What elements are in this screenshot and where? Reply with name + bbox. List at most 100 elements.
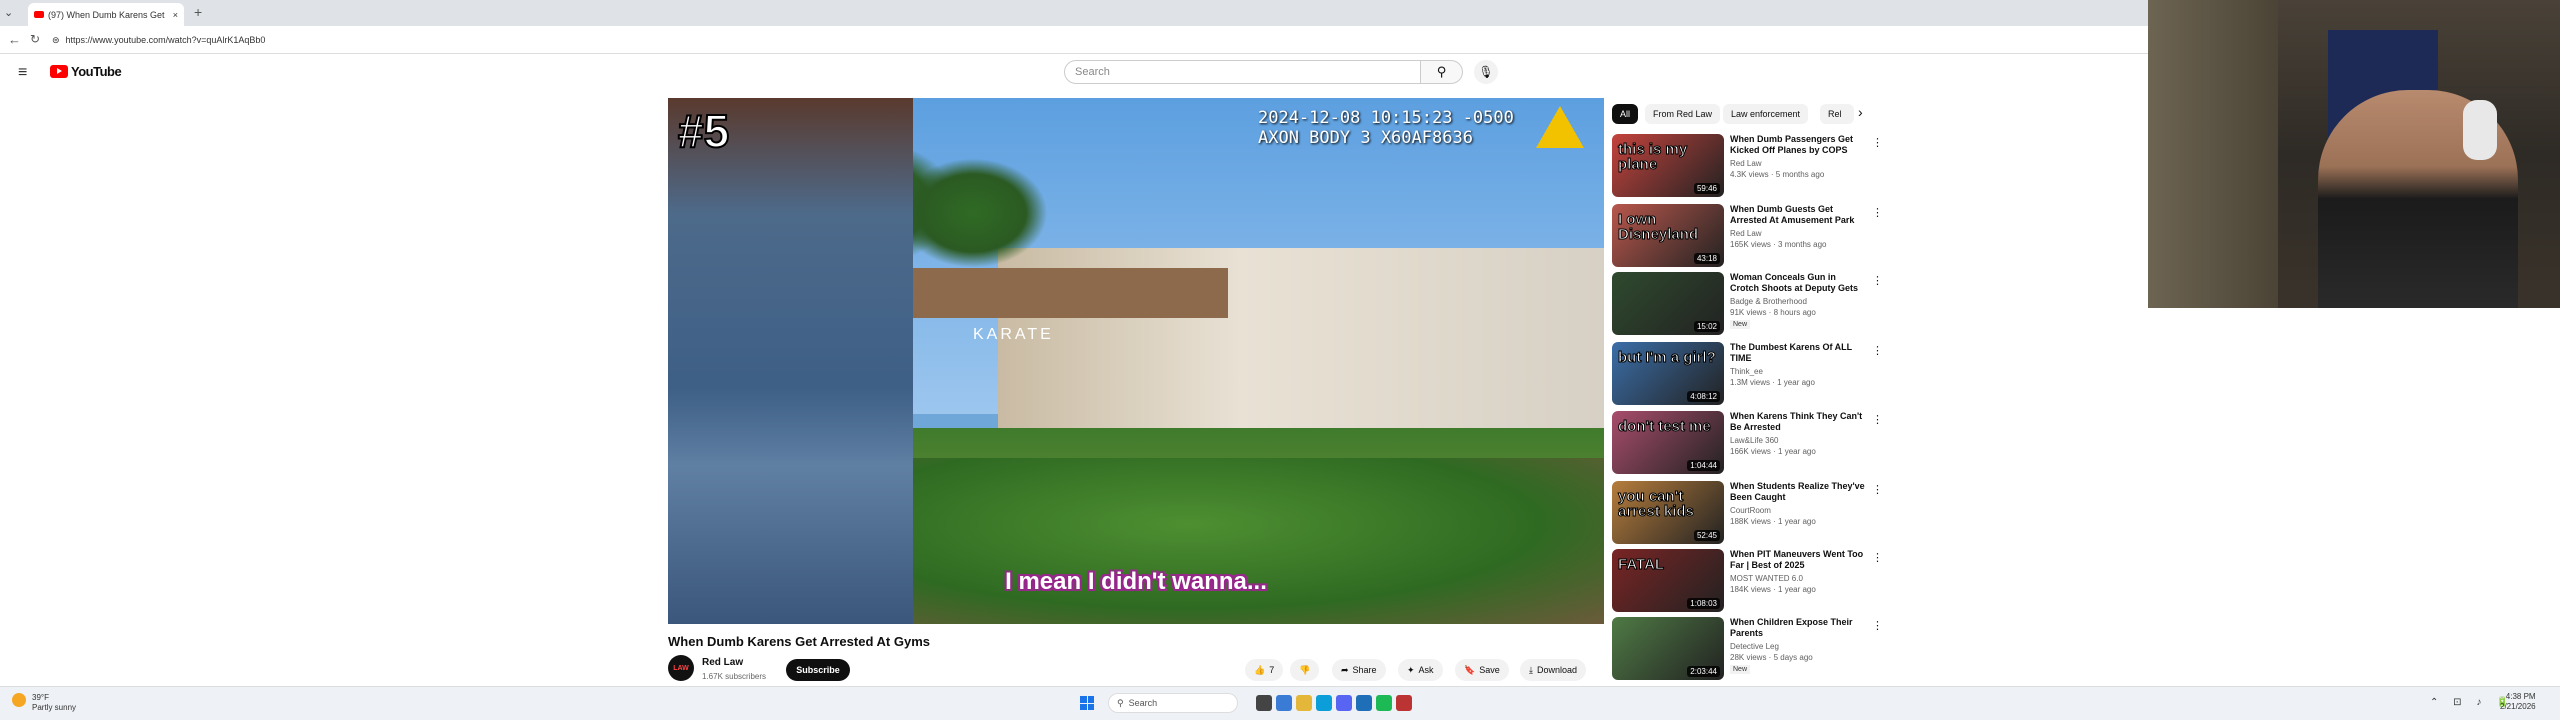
recommendation-thumbnail[interactable]: FATAL 1:08:03 — [1612, 549, 1724, 612]
subscribe-button[interactable]: Subscribe — [786, 659, 850, 681]
recommendation-channel[interactable]: MOST WANTED 6.0 — [1730, 574, 1803, 583]
recommendation-meta: 165K views · 3 months ago — [1730, 240, 1827, 249]
channel-avatar[interactable]: LAW — [668, 655, 694, 681]
more-options-icon[interactable]: ⋮ — [1872, 551, 1883, 564]
recommendation-item[interactable]: I own Disneyland 43:18 When Dumb Guests Ge… — [1612, 204, 1883, 268]
save-label: Save — [1479, 665, 1500, 675]
browser-tab-youtube[interactable]: (97) When Dumb Karens Get × — [28, 3, 184, 26]
more-options-icon[interactable]: ⋮ — [1872, 206, 1883, 219]
download-button[interactable]: ⤓ Download — [1520, 659, 1587, 681]
video-player[interactable]: KARATE #5 2024-12-08 10:15:23 -0500 AXON… — [668, 98, 1604, 624]
browser-tab-bar — [0, 0, 2148, 26]
search-input[interactable]: Search — [1064, 60, 1421, 84]
thumbs-up-icon: 👍 — [1254, 664, 1266, 675]
recommendation-thumbnail[interactable]: you can't arrest kids 52:45 — [1612, 481, 1724, 544]
ask-button[interactable]: ✦ Ask — [1398, 659, 1443, 681]
recommendation-meta: 4.3K views · 5 months ago — [1730, 170, 1825, 179]
menu-hamburger-icon[interactable]: ≡ — [18, 64, 27, 82]
recommendation-thumbnail[interactable]: this is my plane 59:46 — [1612, 134, 1724, 197]
recommendation-thumbnail[interactable]: but I'm a girl? 4:08:12 — [1612, 342, 1724, 405]
video-duration: 1:04:44 — [1687, 460, 1720, 471]
new-badge: New — [1730, 665, 1751, 674]
voice-search-button[interactable]: 🎙 — [1474, 60, 1498, 84]
taskbar-search[interactable]: ⚲ Search — [1108, 693, 1238, 713]
recommendation-thumbnail[interactable]: 2:03:44 — [1612, 617, 1724, 680]
site-info-icon[interactable]: ⊜ — [52, 35, 60, 46]
recommendation-thumbnail[interactable]: 15:02 — [1612, 272, 1724, 335]
app-icon[interactable] — [1356, 695, 1372, 711]
tab-list-chevron-icon[interactable]: ⌄ — [4, 6, 13, 19]
recommendation-item[interactable]: FATAL 1:08:03 When PIT Maneuvers Went Too … — [1612, 549, 1883, 613]
url-field[interactable]: ⊜ https://www.youtube.com/watch?v=quAlrK… — [52, 31, 1552, 49]
more-options-icon[interactable]: ⋮ — [1872, 483, 1883, 496]
recommendation-channel[interactable]: CourtRoom — [1730, 506, 1771, 515]
file-explorer-icon[interactable] — [1296, 695, 1312, 711]
save-button[interactable]: 🔖 Save — [1455, 659, 1509, 681]
recommendation-item[interactable]: 15:02 Woman Conceals Gun in Crotch Shoots… — [1612, 272, 1883, 336]
dislike-button[interactable]: 👎 — [1290, 659, 1320, 681]
windows-start-icon[interactable] — [1080, 696, 1094, 710]
recommendation-channel[interactable]: Red Law — [1730, 229, 1762, 238]
chip-law-enforcement[interactable]: Law enforcement — [1723, 104, 1809, 124]
axon-logo-icon — [1536, 106, 1584, 148]
chrome-icon[interactable] — [1276, 695, 1292, 711]
recommendation-thumbnail[interactable]: I own Disneyland 43:18 — [1612, 204, 1724, 267]
thumbnail-text: this is my plane — [1618, 141, 1688, 173]
recommendation-thumbnail[interactable]: don't test me 1:04:44 — [1612, 411, 1724, 474]
recommendation-channel[interactable]: Law&Life 360 — [1730, 436, 1778, 445]
more-options-icon[interactable]: ⋮ — [1872, 274, 1883, 287]
recommendation-item[interactable]: this is my plane 59:46 When Dumb Passenger… — [1612, 134, 1883, 198]
more-options-icon[interactable]: ⋮ — [1872, 344, 1883, 357]
recommendation-item[interactable]: you can't arrest kids 52:45 When Students … — [1612, 481, 1883, 545]
discord-icon[interactable] — [1336, 695, 1352, 711]
chip-from-channel[interactable]: From Red Law — [1645, 104, 1721, 124]
app-icon[interactable] — [1396, 695, 1412, 711]
tab-close-icon[interactable]: × — [173, 10, 178, 20]
channel-name[interactable]: Red Law — [702, 657, 743, 668]
video-duration: 2:03:44 — [1687, 666, 1720, 677]
chip-related[interactable]: Rel — [1820, 104, 1854, 124]
recommendation-title[interactable]: The Dumbest Karens Of ALL TIME — [1730, 342, 1866, 364]
youtube-logo[interactable]: YouTube — [50, 64, 122, 79]
share-button[interactable]: ➦ Share — [1332, 659, 1386, 681]
recommendation-title[interactable]: When Students Realize They've Been Caugh… — [1730, 481, 1866, 503]
edge-icon[interactable] — [1316, 695, 1332, 711]
recommendation-meta: 166K views · 1 year ago — [1730, 447, 1816, 456]
recommendation-title[interactable]: Woman Conceals Gun in Crotch Shoots at D… — [1730, 272, 1866, 295]
recommendation-channel[interactable]: Detective Leg — [1730, 642, 1779, 651]
recommendation-title[interactable]: When PIT Maneuvers Went Too Far | Best o… — [1730, 549, 1866, 571]
more-options-icon[interactable]: ⋮ — [1872, 413, 1883, 426]
recommendation-title[interactable]: When Dumb Passengers Get Kicked Off Plan… — [1730, 134, 1866, 156]
back-arrow-icon[interactable]: ← — [8, 32, 21, 47]
recommendation-title[interactable]: When Karens Think They Can't Be Arrested — [1730, 411, 1866, 433]
recommendation-channel[interactable]: Red Law — [1730, 159, 1762, 168]
chevron-right-icon[interactable]: › — [1858, 104, 1863, 120]
more-options-icon[interactable]: ⋮ — [1872, 619, 1883, 632]
video-caption: I mean I didn't wanna... — [1005, 568, 1267, 595]
recommendation-title[interactable]: When Children Expose Their Parents — [1730, 617, 1866, 639]
search-button[interactable]: ⚲ — [1421, 60, 1463, 84]
recommendation-item[interactable]: 2:03:44 When Children Expose Their Parent… — [1612, 617, 1883, 681]
recommendation-channel[interactable]: Think_ee — [1730, 367, 1763, 376]
video-duration: 4:08:12 — [1687, 391, 1720, 402]
weather-widget[interactable]: 39°F Partly sunny — [12, 693, 76, 713]
microphone-icon: 🎙 — [1478, 65, 1494, 79]
chip-all[interactable]: All — [1612, 104, 1639, 124]
recommendation-title[interactable]: When Dumb Guests Get Arrested At Amuseme… — [1730, 204, 1866, 226]
recommendation-item[interactable]: but I'm a girl? 4:08:12 The Dumbest Karens… — [1612, 342, 1883, 406]
bodycam-timestamp: 2024-12-08 10:15:23 -0500 AXON BODY 3 X6… — [1258, 108, 1514, 148]
video-duration: 43:18 — [1693, 253, 1720, 264]
like-button[interactable]: 👍 7 — [1245, 659, 1284, 681]
sparkle-icon: ✦ — [1407, 664, 1415, 675]
recommendation-item[interactable]: don't test me 1:04:44 When Karens Think Th… — [1612, 411, 1883, 475]
recommendation-channel[interactable]: Badge & Brotherhood — [1730, 297, 1807, 306]
task-view-icon[interactable] — [1256, 695, 1272, 711]
more-options-icon[interactable]: ⋮ — [1872, 136, 1883, 149]
new-tab-button[interactable]: + — [194, 4, 202, 20]
thumbnail-text: you can't arrest kids — [1618, 488, 1695, 520]
spotify-icon[interactable] — [1376, 695, 1392, 711]
video-frame-roof — [888, 268, 1228, 318]
bookmark-icon: 🔖 — [1464, 664, 1476, 675]
reload-icon[interactable]: ↻ — [30, 32, 40, 46]
taskbar-clock[interactable]: 4:38 PM 2/21/2026 — [2500, 692, 2536, 712]
